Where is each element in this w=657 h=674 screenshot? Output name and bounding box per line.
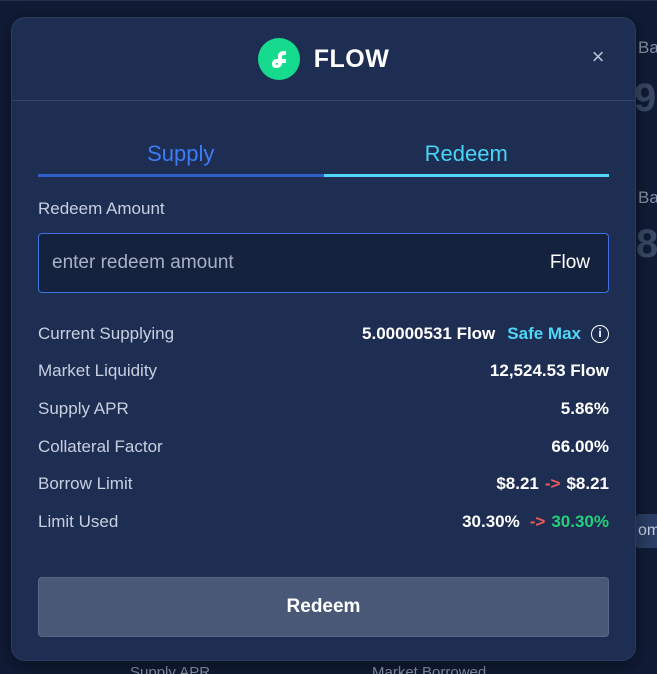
background-value: 8 — [636, 222, 657, 266]
background-label: Ba — [638, 38, 657, 57]
flow-logo-icon — [257, 38, 300, 80]
detail-label: Limit Used — [38, 511, 119, 531]
detail-value-group: 5.00000531 Flow Safe Max i — [362, 324, 609, 344]
change-arrow: -> — [544, 474, 561, 494]
supply-apr-value: 5.86% — [560, 398, 609, 418]
background-chip: om — [636, 514, 657, 548]
detail-label: Market Liquidity — [38, 361, 158, 381]
background-label: Ba — [638, 188, 657, 207]
current-supplying-value: 5.00000531 Flow — [362, 323, 496, 343]
detail-row-supply-apr: Supply APR 5.86% — [38, 390, 609, 428]
close-icon[interactable]: × — [587, 46, 609, 68]
tab-redeem[interactable]: Redeem — [323, 135, 609, 177]
redeem-amount-label: Redeem Amount — [38, 199, 165, 218]
detail-row-current-supplying: Current Supplying 5.00000531 Flow Safe M… — [38, 315, 609, 353]
amount-unit: Flow — [549, 252, 590, 273]
borrow-limit-to: $8.21 — [566, 474, 609, 494]
redeem-amount-field: Flow — [38, 233, 609, 293]
change-arrow: -> — [529, 511, 546, 531]
background-value: 9 — [634, 76, 657, 120]
borrow-limit-value-group: $8.21 -> $8.21 — [496, 474, 609, 494]
limit-used-to: 30.30% — [551, 511, 609, 531]
detail-row-market-liquidity: Market Liquidity 12,524.53 Flow — [38, 353, 609, 391]
background-column-label: Market Borrowed — [372, 664, 487, 674]
redeem-button[interactable]: Redeem — [38, 577, 609, 637]
modal-header: FLOW × — [12, 18, 635, 101]
detail-row-collateral-factor: Collateral Factor 66.00% — [38, 428, 609, 466]
detail-row-limit-used: Limit Used 30.30% -> 30.30% — [38, 503, 609, 541]
market-liquidity-value: 12,524.53 Flow — [489, 361, 609, 381]
market-details: Current Supplying 5.00000531 Flow Safe M… — [38, 315, 609, 541]
detail-row-borrow-limit: Borrow Limit $8.21 -> $8.21 — [38, 465, 609, 503]
collateral-factor-value: 66.00% — [551, 436, 609, 456]
detail-label: Supply APR — [38, 398, 129, 418]
limit-used-from: 30.30% — [462, 511, 520, 531]
background-column-label: Supply APR — [130, 664, 211, 674]
tab-bar: Supply Redeem — [38, 135, 609, 177]
safe-max-button[interactable]: Safe Max — [507, 324, 581, 344]
background-divider — [0, 0, 657, 1]
redeem-amount-input[interactable] — [52, 252, 550, 274]
info-icon[interactable]: i — [591, 324, 609, 343]
redeem-modal: FLOW × Supply Redeem Redeem Amount Flow … — [11, 17, 636, 661]
borrow-limit-from: $8.21 — [496, 474, 539, 494]
detail-label: Current Supplying — [38, 323, 175, 343]
detail-label: Collateral Factor — [38, 436, 163, 456]
detail-label: Borrow Limit — [38, 474, 133, 494]
limit-used-value-group: 30.30% -> 30.30% — [462, 512, 609, 532]
modal-title: FLOW — [313, 44, 390, 73]
tab-supply[interactable]: Supply — [38, 135, 324, 177]
